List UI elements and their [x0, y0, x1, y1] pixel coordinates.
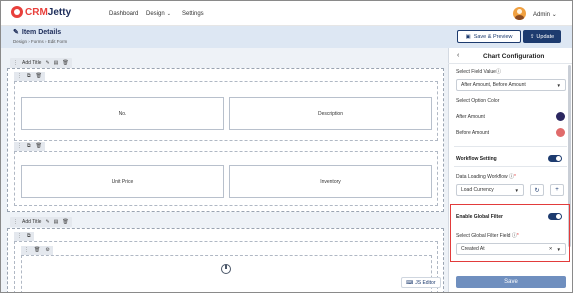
caret-down-icon: ▼ — [556, 246, 561, 252]
option-color-label: Select Option Color — [456, 98, 500, 104]
user-menu[interactable]: Admin ⌄ — [533, 11, 557, 18]
row-toolbar: ⋮ ⧉ 🗑 — [14, 72, 45, 81]
color-swatch[interactable] — [556, 112, 565, 121]
nav-settings[interactable]: Settings — [182, 11, 204, 17]
drag-handle-icon[interactable]: ⋮ — [13, 219, 18, 225]
data-loading-value: Load Currency — [461, 187, 494, 193]
logo-text: CRMJetty — [25, 7, 71, 18]
pie-chart-icon — [221, 264, 231, 274]
workflow-toggle[interactable] — [548, 155, 562, 162]
field-value-label-text: Select Field Value — [456, 69, 496, 75]
field-cell[interactable]: No. — [21, 97, 224, 130]
section-title[interactable]: Add Title — [22, 219, 41, 225]
app-window: CRMJetty Dashboard Design ⌄ Settings Admi… — [0, 0, 573, 293]
color-swatch[interactable] — [556, 128, 565, 137]
page-title: ✎ Item Details — [13, 28, 62, 37]
data-loading-label-text: Data Loading Workflow — [456, 174, 508, 180]
user-name: Admin — [533, 12, 551, 18]
caret-down-icon: ▼ — [514, 187, 519, 193]
refresh-button[interactable]: ↻ — [530, 184, 544, 196]
global-filter-field-label: Select Global Filter Field ⓘ* — [456, 232, 519, 239]
field-cell[interactable]: Description — [229, 97, 432, 130]
required-marker: * — [516, 233, 519, 239]
logo-icon — [11, 6, 23, 18]
pencil-icon[interactable]: ✎ — [13, 28, 19, 36]
global-filter-field-value: Created At — [461, 246, 485, 252]
data-loading-label: Data Loading Workflow ⓘ* — [456, 173, 516, 180]
nav-design[interactable]: Design ⌄ — [146, 11, 171, 17]
save-preview-label: Save & Preview — [473, 33, 513, 40]
refresh-icon: ↻ — [534, 187, 540, 194]
top-nav — [1, 1, 572, 26]
column-toolbar: ⋮ 🗑 ⚙ — [21, 246, 53, 255]
global-filter-field-label-text: Select Global Filter Field — [456, 233, 511, 239]
add-workflow-button[interactable]: + — [550, 184, 564, 196]
panel-title: Chart Configuration — [483, 53, 545, 60]
trash-icon[interactable]: 🗑 — [34, 248, 40, 253]
trash-icon[interactable]: 🗑 — [62, 219, 68, 225]
trash-icon[interactable]: 🗑 — [36, 144, 42, 149]
logo-suffix: Jetty — [47, 6, 72, 18]
save-icon: ▣ — [465, 33, 471, 40]
logo-prefix: CRM — [25, 6, 48, 18]
trash-icon[interactable]: 🗑 — [62, 60, 68, 66]
field-cell[interactable]: Inventory — [229, 165, 432, 198]
update-label: Update — [536, 33, 555, 40]
copy-icon[interactable]: ⧉ — [27, 74, 31, 79]
gear-icon[interactable]: ⚙ — [45, 248, 49, 253]
field-cell[interactable]: Unit Price — [21, 165, 224, 198]
js-editor-button[interactable]: ⌨ JS Editor — [401, 277, 441, 288]
code-icon: ⌨ — [406, 279, 414, 286]
chevron-down-icon: ⌄ — [166, 11, 171, 17]
plus-icon: + — [555, 187, 559, 193]
avatar[interactable] — [513, 7, 526, 20]
caret-down-icon: ▼ — [556, 82, 561, 88]
section-toolbar: ⋮ Add Title ✎ ▤ 🗑 — [10, 217, 72, 227]
drag-handle-icon[interactable]: ⋮ — [17, 74, 22, 79]
upload-icon: ⇪ — [529, 33, 535, 40]
chart-field[interactable] — [21, 255, 432, 292]
nav-dashboard[interactable]: Dashboard — [109, 11, 138, 17]
save-icon[interactable]: ▤ — [54, 219, 59, 225]
info-icon: ⓘ — [495, 69, 501, 75]
pencil-icon[interactable]: ✎ — [45, 60, 49, 66]
copy-icon[interactable]: ⧉ — [27, 234, 31, 239]
pencil-icon[interactable]: ✎ — [45, 219, 49, 225]
global-filter-field-select[interactable]: Created At ✕ ▼ — [456, 243, 566, 255]
chevron-down-icon: ⌄ — [551, 12, 557, 18]
workflow-setting-label: Workflow Setting — [456, 156, 497, 162]
trash-icon[interactable]: 🗑 — [36, 74, 42, 79]
divider — [454, 166, 567, 167]
section-toolbar: ⋮ Add Title ✎ ▤ 🗑 — [10, 58, 72, 68]
field-value-select[interactable]: After Amount, Before Amount ▼ — [456, 79, 566, 91]
drag-handle-icon[interactable]: ⋮ — [17, 234, 22, 239]
option-label: Before Amount — [456, 130, 490, 136]
option-label: After Amount — [456, 114, 485, 120]
breadcrumb[interactable]: Design › Forms › Edit Form — [13, 39, 67, 44]
save-icon[interactable]: ▤ — [54, 60, 59, 66]
js-editor-label: JS Editor — [415, 279, 436, 286]
row-toolbar: ⋮ ⧉ 🗑 — [14, 142, 45, 151]
data-loading-select[interactable]: Load Currency ▼ — [456, 184, 524, 196]
nav-design-label: Design — [146, 11, 165, 17]
update-button[interactable]: ⇪ Update — [523, 30, 561, 43]
global-filter-label: Enable Global Filter — [456, 214, 503, 220]
save-preview-button[interactable]: ▣ Save & Preview — [457, 30, 521, 43]
section-title[interactable]: Add Title — [22, 60, 41, 66]
drag-handle-icon[interactable]: ⋮ — [24, 248, 29, 253]
copy-icon[interactable]: ⧉ — [27, 144, 31, 149]
back-arrow-icon[interactable]: ‹ — [457, 52, 459, 59]
divider — [454, 146, 567, 147]
required-marker: * — [514, 174, 516, 180]
logo[interactable]: CRMJetty — [11, 6, 71, 18]
field-value-value: After Amount, Before Amount — [461, 82, 526, 88]
field-value-label: Select Field Valueⓘ — [456, 68, 501, 75]
drag-handle-icon[interactable]: ⋮ — [17, 144, 22, 149]
drag-handle-icon[interactable]: ⋮ — [13, 60, 18, 66]
global-filter-toggle[interactable] — [548, 213, 562, 220]
clear-icon[interactable]: ✕ — [549, 246, 553, 252]
save-button[interactable]: Save — [456, 276, 566, 288]
row-toolbar: ⋮ ⧉ — [14, 232, 34, 241]
page-title-text: Item Details — [21, 28, 62, 36]
